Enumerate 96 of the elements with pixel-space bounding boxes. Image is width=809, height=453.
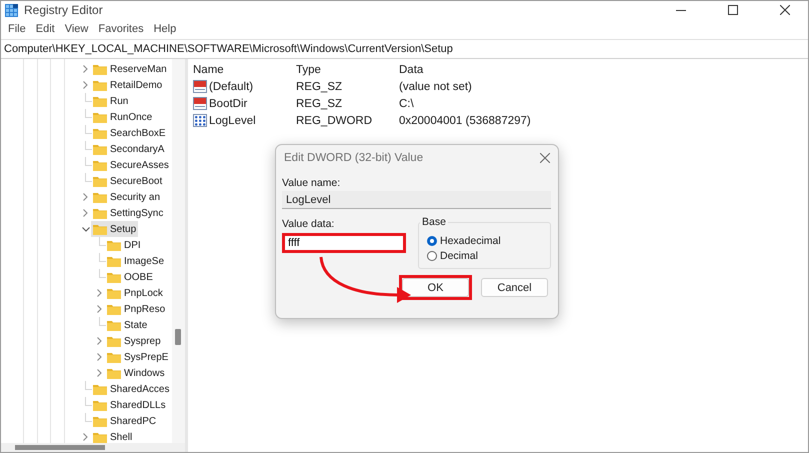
radio-option[interactable]: Hexadecimal [427, 235, 550, 247]
folder-icon [107, 256, 121, 266]
binary-value-icon [193, 114, 207, 127]
tree-item[interactable]: SharedAcces [91, 381, 172, 397]
menu-item[interactable]: View [60, 23, 92, 35]
tree-item[interactable]: RunOnce [91, 109, 154, 125]
menu-item[interactable]: Favorites [94, 23, 148, 35]
folder-icon [93, 416, 107, 426]
tree-item[interactable]: SettingSync [91, 205, 166, 221]
tree-item[interactable]: SecureAsses [91, 157, 171, 173]
folder-icon [93, 208, 107, 218]
tree-item[interactable]: ReserveMan [91, 61, 169, 77]
column-header[interactable]: Data [398, 62, 598, 78]
tree-item[interactable]: Windows [105, 365, 167, 381]
folder-icon [107, 368, 121, 378]
tree-item[interactable]: SysPrepE [105, 349, 170, 365]
tree-item[interactable]: SecondaryA [91, 141, 166, 157]
value-data: (value not set) [398, 80, 473, 94]
folder-icon [93, 224, 107, 234]
tree-item[interactable]: PnpLock [105, 285, 165, 301]
folder-icon [107, 304, 121, 314]
tree-item[interactable]: OOBE [105, 269, 155, 285]
folder-icon [107, 272, 121, 282]
maximize-icon[interactable] [728, 5, 738, 15]
field-label: Value data: [282, 218, 336, 230]
group-label: Base [420, 216, 448, 228]
string-value-icon [193, 80, 207, 93]
chevron-right-icon[interactable] [97, 369, 102, 377]
chevron-right-icon[interactable] [97, 289, 102, 297]
folder-icon [93, 96, 107, 106]
tree-item[interactable]: ImageSe [105, 253, 166, 269]
radio-option[interactable]: Decimal [427, 250, 550, 262]
value-type: REG_SZ [295, 96, 344, 112]
tree-item[interactable]: Setup [91, 221, 138, 237]
folder-icon [107, 240, 121, 250]
folder-icon [93, 80, 107, 90]
tree-item[interactable]: Run [91, 93, 130, 109]
field-label: Value name: [282, 177, 342, 189]
tree-item[interactable]: SearchBoxE [91, 125, 168, 141]
folder-icon [107, 352, 121, 362]
value-type: REG_DWORD [295, 114, 374, 128]
tree-item[interactable]: SecureBoot [91, 173, 164, 189]
folder-icon [93, 400, 107, 410]
value-name: LogLevel [209, 114, 256, 126]
folder-icon [93, 112, 107, 122]
tree-item[interactable]: SharedDLLs [91, 397, 168, 413]
dialog-button[interactable]: Cancel [481, 278, 548, 297]
tree-item[interactable]: Security an [91, 189, 162, 205]
value-name: BootDir [209, 98, 248, 110]
value-name: (Default) [209, 80, 254, 92]
chevron-right-icon[interactable] [97, 337, 102, 345]
tree-item[interactable]: State [105, 317, 150, 333]
value-data-field[interactable]: ffff [285, 236, 403, 250]
chevron-right-icon[interactable] [83, 81, 88, 89]
folder-icon [93, 160, 107, 170]
folder-icon [107, 288, 121, 298]
folder-icon [93, 144, 107, 154]
chevron-down-icon[interactable] [82, 226, 90, 232]
menu-item[interactable]: Help [150, 23, 180, 35]
value-data: 0x20004001 (536887297) [398, 114, 532, 128]
folder-icon [93, 192, 107, 202]
tree-item[interactable]: DPI [105, 237, 143, 253]
value-type: REG_SZ [295, 80, 344, 94]
folder-icon [93, 384, 107, 394]
tree-item[interactable]: RetailDemo [91, 77, 164, 93]
menu-item[interactable]: File [4, 23, 30, 35]
dialog-title: Edit DWORD (32-bit) Value [284, 152, 424, 164]
value-name-field[interactable]: LogLevel [282, 191, 551, 209]
folder-icon [93, 432, 107, 442]
column-header[interactable]: Name [192, 62, 295, 78]
chevron-right-icon[interactable] [97, 353, 102, 361]
menu-item[interactable]: Edit [32, 23, 59, 35]
horizontal-scrollbar[interactable] [1, 443, 185, 452]
tree-item[interactable]: Sysprep [105, 333, 163, 349]
tree-item[interactable]: PnpReso [105, 301, 168, 317]
column-header[interactable]: Type [295, 62, 398, 78]
folder-icon [93, 128, 107, 138]
folder-icon [107, 320, 121, 330]
chevron-right-icon[interactable] [97, 305, 102, 313]
tree-item[interactable]: Shell [91, 429, 134, 443]
dialog-button[interactable]: OK [402, 278, 469, 297]
string-value-icon [193, 97, 207, 110]
window-title: Registry Editor [24, 3, 104, 17]
address-bar[interactable]: Computer\HKEY_LOCAL_MACHINE\SOFTWARE\Microsoft\Windows\CurrentVersion\Setup [1, 39, 808, 59]
vertical-scrollbar[interactable] [172, 59, 185, 443]
chevron-right-icon[interactable] [83, 433, 88, 441]
chevron-right-icon[interactable] [83, 209, 88, 217]
close-icon[interactable] [780, 5, 790, 15]
chevron-right-icon[interactable] [83, 65, 88, 73]
value-data: C:\ [398, 96, 415, 112]
tree-item[interactable]: SharedPC [91, 413, 158, 429]
chevron-right-icon[interactable] [83, 193, 88, 201]
folder-icon [107, 336, 121, 346]
app-icon [5, 4, 18, 16]
folder-icon [93, 176, 107, 186]
folder-icon [93, 64, 107, 74]
